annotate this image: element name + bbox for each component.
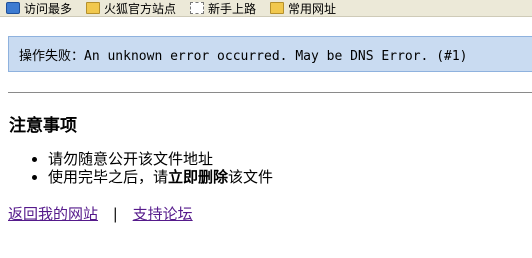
error-text: 操作失败：An unknown error occurred. May be D… <box>19 48 468 64</box>
notice-item-prefix: 使用完毕之后，请 <box>48 168 169 186</box>
folder-icon <box>270 2 285 14</box>
globe-icon <box>6 2 20 14</box>
error-message: 操作失败：An unknown error occurred. May be D… <box>8 36 532 72</box>
bookmark-firefox-official[interactable]: 火狐官方站点 <box>80 0 176 16</box>
link-separator: | <box>112 205 118 223</box>
footer-links: 返回我的网站 | 支持论坛 <box>8 203 193 224</box>
bookmark-common-sites[interactable]: 常用网址 <box>264 0 336 16</box>
bookmarks-toolbar: 访问最多 火狐官方站点 新手上路 常用网址 <box>0 0 532 17</box>
notice-item-delete: 使用完毕之后，请立即删除该文件 <box>48 168 273 186</box>
bookmark-label: 常用网址 <box>288 1 337 16</box>
bookmark-getting-started[interactable]: 新手上路 <box>184 0 256 16</box>
notice-item-emphasis: 立即删除 <box>168 168 229 186</box>
page-icon <box>190 2 205 14</box>
notice-item-suffix: 该文件 <box>228 168 274 186</box>
notice-title: 注意事项 <box>9 116 77 136</box>
notice-item-privacy: 请勿随意公开该文件地址 <box>48 150 273 168</box>
divider <box>8 92 532 93</box>
notice-list: 请勿随意公开该文件地址 使用完毕之后，请立即删除该文件 <box>32 150 273 186</box>
bookmark-label: 访问最多 <box>24 1 73 16</box>
support-forum-link[interactable]: 支持论坛 <box>133 205 193 223</box>
folder-icon <box>86 2 101 14</box>
back-to-site-link[interactable]: 返回我的网站 <box>8 205 98 223</box>
bookmark-most-visited[interactable]: 访问最多 <box>0 0 72 16</box>
bookmark-label: 火狐官方站点 <box>104 1 177 16</box>
bookmark-label: 新手上路 <box>208 1 257 16</box>
notice-item-text: 请勿随意公开该文件地址 <box>48 150 214 168</box>
